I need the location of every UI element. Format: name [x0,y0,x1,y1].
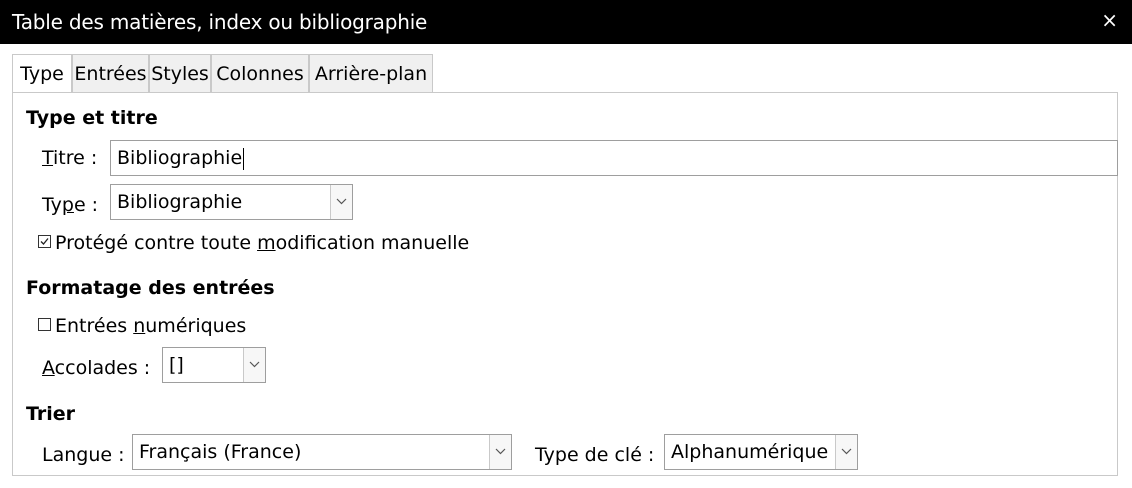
type-select-value: Bibliographie [117,191,243,213]
type-dropdown-button[interactable] [330,185,352,219]
accolades-label-rest: ccolades : [54,357,151,379]
type-label: Type : [42,194,98,216]
protect-checkbox-box[interactable] [38,235,51,248]
type-label-rest: e : [73,194,99,216]
tab-colonnes[interactable]: Colonnes [211,54,309,92]
numeric-checkbox[interactable]: Entrées numériques [38,315,246,337]
numeric-mnemonic: n [133,315,146,337]
section-heading-formatage: Formatage des entrées [26,277,275,299]
langue-select-value: Français (France) [139,441,302,463]
dialog-window: Table des matières, index ou bibliograph… [0,0,1132,488]
numeric-label-pre: Entrées [55,315,134,337]
title-bar: Table des matières, index ou bibliograph… [0,0,1132,44]
section-heading-trier: Trier [26,403,76,425]
chevron-down-icon [841,448,852,455]
accolades-dropdown-button[interactable] [243,348,265,382]
titre-label-rest: itre : [53,147,98,169]
text-cursor [243,147,245,170]
protect-mnemonic: m [257,232,276,254]
accolades-mnemonic: A [42,357,55,379]
type-mnemonic: p [61,194,74,216]
window-title: Table des matières, index ou bibliograph… [12,10,428,34]
cle-label: Type de clé : [535,444,655,466]
tab-arriere-plan[interactable]: Arrière-plan [309,54,433,92]
accolades-label: Accolades : [42,357,150,379]
numeric-label-rest: umériques [145,315,247,337]
accolades-select-value: [] [169,354,184,376]
chevron-down-icon [336,198,347,205]
tab-type[interactable]: Type [12,54,72,94]
chevron-down-icon [495,448,506,455]
section-heading-type-titre: Type et titre [26,107,158,129]
titre-input[interactable]: Bibliographie [110,140,1118,176]
cle-dropdown-button[interactable] [835,435,857,469]
chevron-down-icon [249,361,260,368]
protect-checkbox[interactable]: Protégé contre toute modification manuel… [38,232,469,254]
titre-label: Titre : [42,147,97,169]
accolades-select[interactable]: [] [162,347,266,383]
type-label-pre: Ty [42,194,62,216]
langue-dropdown-button[interactable] [489,435,511,469]
langue-select[interactable]: Français (France) [132,434,512,470]
protect-label-pre: Protégé contre toute [55,232,258,254]
cle-select-value: Alphanumérique [671,441,829,463]
langue-label: Langue : [42,444,125,466]
titre-mnemonic: T [42,147,54,169]
cle-select[interactable]: Alphanumérique [664,434,858,470]
checkmark-icon [40,238,49,245]
close-icon[interactable]: × [1101,9,1118,31]
tab-styles[interactable]: Styles [149,54,211,92]
numeric-checkbox-box[interactable] [38,318,51,331]
type-select[interactable]: Bibliographie [110,184,353,220]
titre-input-value: Bibliographie [117,147,243,169]
tab-entrees[interactable]: Entrées [72,54,149,92]
protect-label-rest: odification manuelle [275,232,470,254]
